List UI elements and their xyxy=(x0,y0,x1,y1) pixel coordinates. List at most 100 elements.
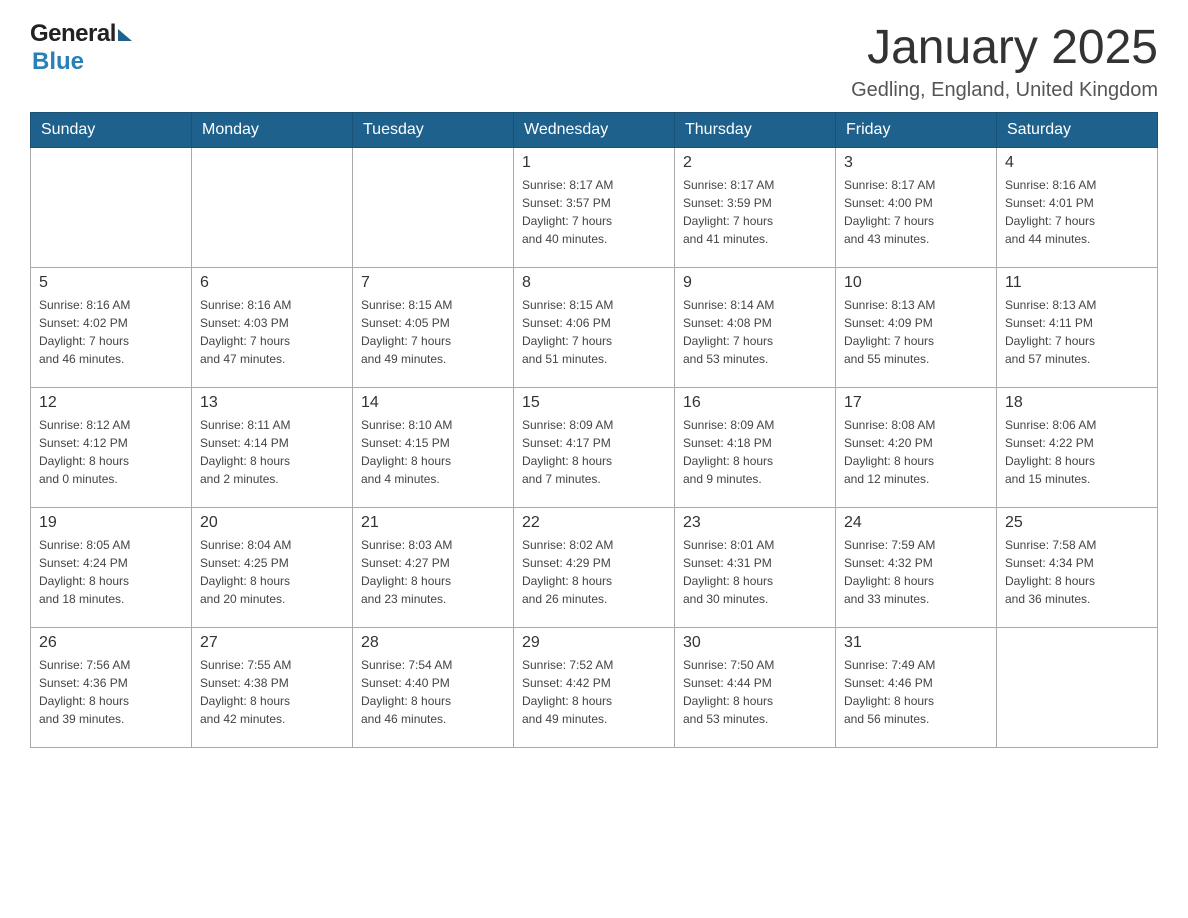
calendar-week-row: 26 Sunrise: 7:56 AM Sunset: 4:36 PM Dayli… xyxy=(31,628,1158,748)
month-title: January 2025 xyxy=(851,20,1158,75)
day-number: 7 xyxy=(361,274,505,292)
calendar-cell xyxy=(31,148,192,268)
calendar-cell: 11 Sunrise: 8:13 AM Sunset: 4:11 PM Dayli… xyxy=(997,268,1158,388)
calendar-cell: 23 Sunrise: 8:01 AM Sunset: 4:31 PM Dayli… xyxy=(675,508,836,628)
day-number: 9 xyxy=(683,274,827,292)
day-number: 11 xyxy=(1005,274,1149,292)
logo-general-text: General xyxy=(30,20,116,48)
calendar-cell: 30Sunrise: 7:50 AM Sunset: 4:44 PM Dayli… xyxy=(675,628,836,748)
day-info: Sunrise: 8:02 AM Sunset: 4:29 PM Dayligh… xyxy=(522,536,666,608)
weekday-header-tuesday: Tuesday xyxy=(353,113,514,148)
calendar-cell: 16 Sunrise: 8:09 AM Sunset: 4:18 PM Dayli… xyxy=(675,388,836,508)
day-info: Sunrise: 7:50 AM Sunset: 4:44 PM Dayligh… xyxy=(683,656,827,728)
day-info: Sunrise: 8:15 AM Sunset: 4:05 PM Dayligh… xyxy=(361,296,505,368)
calendar-cell: 19 Sunrise: 8:05 AM Sunset: 4:24 PM Dayli… xyxy=(31,508,192,628)
day-info: Sunrise: 7:59 AM Sunset: 4:32 PM Dayligh… xyxy=(844,536,988,608)
day-number: 17 xyxy=(844,394,988,412)
logo-blue-text: Blue xyxy=(32,48,84,76)
day-info: Sunrise: 7:58 AM Sunset: 4:34 PM Dayligh… xyxy=(1005,536,1149,608)
calendar-table: SundayMondayTuesdayWednesdayThursdayFrid… xyxy=(30,112,1158,748)
day-info: Sunrise: 8:15 AM Sunset: 4:06 PM Dayligh… xyxy=(522,296,666,368)
day-info: Sunrise: 8:17 AM Sunset: 3:57 PM Dayligh… xyxy=(522,176,666,248)
logo: General Blue xyxy=(30,20,132,76)
day-number: 25 xyxy=(1005,514,1149,532)
day-info: Sunrise: 8:13 AM Sunset: 4:11 PM Dayligh… xyxy=(1005,296,1149,368)
day-number: 4 xyxy=(1005,154,1149,172)
day-number: 3 xyxy=(844,154,988,172)
day-info: Sunrise: 8:09 AM Sunset: 4:17 PM Dayligh… xyxy=(522,416,666,488)
weekday-header-thursday: Thursday xyxy=(675,113,836,148)
day-info: Sunrise: 7:55 AM Sunset: 4:38 PM Dayligh… xyxy=(200,656,344,728)
calendar-cell xyxy=(997,628,1158,748)
day-info: Sunrise: 8:01 AM Sunset: 4:31 PM Dayligh… xyxy=(683,536,827,608)
calendar-cell: 2 Sunrise: 8:17 AM Sunset: 3:59 PM Daylig… xyxy=(675,148,836,268)
day-number: 13 xyxy=(200,394,344,412)
page-header: General Blue January 2025 Gedling, Engla… xyxy=(30,20,1158,102)
day-number: 2 xyxy=(683,154,827,172)
calendar-cell: 6 Sunrise: 8:16 AM Sunset: 4:03 PM Daylig… xyxy=(192,268,353,388)
day-number: 23 xyxy=(683,514,827,532)
calendar-cell: 12Sunrise: 8:12 AM Sunset: 4:12 PM Dayli… xyxy=(31,388,192,508)
day-info: Sunrise: 8:08 AM Sunset: 4:20 PM Dayligh… xyxy=(844,416,988,488)
day-number: 14 xyxy=(361,394,505,412)
location-text: Gedling, England, United Kingdom xyxy=(851,79,1158,102)
calendar-cell: 29 Sunrise: 7:52 AM Sunset: 4:42 PM Dayli… xyxy=(514,628,675,748)
day-number: 29 xyxy=(522,634,666,652)
calendar-cell xyxy=(353,148,514,268)
day-number: 8 xyxy=(522,274,666,292)
day-number: 26 xyxy=(39,634,183,652)
calendar-cell: 15 Sunrise: 8:09 AM Sunset: 4:17 PM Dayli… xyxy=(514,388,675,508)
calendar-cell: 24 Sunrise: 7:59 AM Sunset: 4:32 PM Dayli… xyxy=(836,508,997,628)
day-number: 20 xyxy=(200,514,344,532)
logo-arrow-icon xyxy=(118,29,132,41)
calendar-cell: 14 Sunrise: 8:10 AM Sunset: 4:15 PM Dayli… xyxy=(353,388,514,508)
day-number: 15 xyxy=(522,394,666,412)
day-info: Sunrise: 8:16 AM Sunset: 4:01 PM Dayligh… xyxy=(1005,176,1149,248)
day-info: Sunrise: 8:04 AM Sunset: 4:25 PM Dayligh… xyxy=(200,536,344,608)
weekday-header-friday: Friday xyxy=(836,113,997,148)
calendar-cell: 3Sunrise: 8:17 AM Sunset: 4:00 PM Daylig… xyxy=(836,148,997,268)
day-number: 24 xyxy=(844,514,988,532)
day-info: Sunrise: 8:16 AM Sunset: 4:02 PM Dayligh… xyxy=(39,296,183,368)
calendar-cell: 25 Sunrise: 7:58 AM Sunset: 4:34 PM Dayli… xyxy=(997,508,1158,628)
weekday-header-saturday: Saturday xyxy=(997,113,1158,148)
day-number: 19 xyxy=(39,514,183,532)
day-info: Sunrise: 8:17 AM Sunset: 3:59 PM Dayligh… xyxy=(683,176,827,248)
day-info: Sunrise: 7:49 AM Sunset: 4:46 PM Dayligh… xyxy=(844,656,988,728)
calendar-cell: 18Sunrise: 8:06 AM Sunset: 4:22 PM Dayli… xyxy=(997,388,1158,508)
calendar-cell: 4 Sunrise: 8:16 AM Sunset: 4:01 PM Daylig… xyxy=(997,148,1158,268)
calendar-week-row: 12Sunrise: 8:12 AM Sunset: 4:12 PM Dayli… xyxy=(31,388,1158,508)
calendar-cell: 8 Sunrise: 8:15 AM Sunset: 4:06 PM Daylig… xyxy=(514,268,675,388)
calendar-cell: 28 Sunrise: 7:54 AM Sunset: 4:40 PM Dayli… xyxy=(353,628,514,748)
calendar-cell: 20 Sunrise: 8:04 AM Sunset: 4:25 PM Dayli… xyxy=(192,508,353,628)
day-info: Sunrise: 8:05 AM Sunset: 4:24 PM Dayligh… xyxy=(39,536,183,608)
day-info: Sunrise: 8:10 AM Sunset: 4:15 PM Dayligh… xyxy=(361,416,505,488)
calendar-cell: 1Sunrise: 8:17 AM Sunset: 3:57 PM Daylig… xyxy=(514,148,675,268)
calendar-week-row: 19 Sunrise: 8:05 AM Sunset: 4:24 PM Dayli… xyxy=(31,508,1158,628)
day-info: Sunrise: 8:09 AM Sunset: 4:18 PM Dayligh… xyxy=(683,416,827,488)
day-number: 6 xyxy=(200,274,344,292)
day-number: 16 xyxy=(683,394,827,412)
calendar-cell: 21Sunrise: 8:03 AM Sunset: 4:27 PM Dayli… xyxy=(353,508,514,628)
weekday-header-sunday: Sunday xyxy=(31,113,192,148)
day-info: Sunrise: 8:13 AM Sunset: 4:09 PM Dayligh… xyxy=(844,296,988,368)
day-info: Sunrise: 8:12 AM Sunset: 4:12 PM Dayligh… xyxy=(39,416,183,488)
calendar-cell: 26 Sunrise: 7:56 AM Sunset: 4:36 PM Dayli… xyxy=(31,628,192,748)
day-info: Sunrise: 7:56 AM Sunset: 4:36 PM Dayligh… xyxy=(39,656,183,728)
day-number: 31 xyxy=(844,634,988,652)
calendar-cell: 22 Sunrise: 8:02 AM Sunset: 4:29 PM Dayli… xyxy=(514,508,675,628)
calendar-week-row: 1Sunrise: 8:17 AM Sunset: 3:57 PM Daylig… xyxy=(31,148,1158,268)
day-info: Sunrise: 8:11 AM Sunset: 4:14 PM Dayligh… xyxy=(200,416,344,488)
day-info: Sunrise: 8:14 AM Sunset: 4:08 PM Dayligh… xyxy=(683,296,827,368)
calendar-week-row: 5Sunrise: 8:16 AM Sunset: 4:02 PM Daylig… xyxy=(31,268,1158,388)
day-info: Sunrise: 7:54 AM Sunset: 4:40 PM Dayligh… xyxy=(361,656,505,728)
day-info: Sunrise: 8:03 AM Sunset: 4:27 PM Dayligh… xyxy=(361,536,505,608)
day-number: 28 xyxy=(361,634,505,652)
day-number: 22 xyxy=(522,514,666,532)
calendar-header-row: SundayMondayTuesdayWednesdayThursdayFrid… xyxy=(31,113,1158,148)
weekday-header-wednesday: Wednesday xyxy=(514,113,675,148)
calendar-cell: 17 Sunrise: 8:08 AM Sunset: 4:20 PM Dayli… xyxy=(836,388,997,508)
day-info: Sunrise: 7:52 AM Sunset: 4:42 PM Dayligh… xyxy=(522,656,666,728)
day-info: Sunrise: 8:06 AM Sunset: 4:22 PM Dayligh… xyxy=(1005,416,1149,488)
day-info: Sunrise: 8:16 AM Sunset: 4:03 PM Dayligh… xyxy=(200,296,344,368)
